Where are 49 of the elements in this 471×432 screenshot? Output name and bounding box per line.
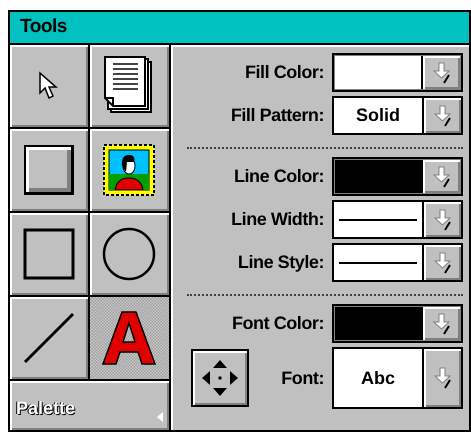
tool-button[interactable] [10, 45, 90, 129]
letter-a-icon [102, 310, 156, 366]
down-arrow-icon [432, 62, 450, 84]
tool-button[interactable] [10, 129, 90, 213]
font-sample: Abc [360, 366, 396, 390]
color-dropdown[interactable] [332, 157, 463, 196]
down-arrow-icon [432, 166, 450, 188]
down-arrow-icon [434, 252, 452, 274]
dropdown-value: Solid [355, 104, 401, 127]
down-arrow-icon [434, 367, 452, 389]
tool-button[interactable] [10, 297, 90, 381]
dropdown-button[interactable] [421, 160, 460, 193]
dropdown-button[interactable] [421, 307, 460, 340]
dropdown-button[interactable] [422, 202, 461, 237]
dropdown-button[interactable] [422, 98, 461, 133]
tool-button[interactable] [90, 129, 169, 213]
property-label: Line Style: [238, 251, 324, 274]
down-arrow-icon [434, 104, 452, 126]
down-arrow-icon [432, 312, 450, 334]
circle-icon [102, 227, 156, 281]
down-arrow-icon [434, 208, 452, 230]
rectangle-icon [22, 228, 75, 280]
property-label: Fill Color: [244, 61, 324, 84]
tool-button[interactable] [90, 45, 169, 129]
tool-button[interactable] [90, 297, 169, 381]
tool-button[interactable] [10, 213, 90, 297]
window-title: Tools [20, 15, 67, 40]
dropdown-button[interactable] [422, 349, 461, 407]
line-dropdown[interactable] [332, 200, 463, 239]
font-dropdown[interactable]: Abc [332, 347, 463, 409]
property-label: Font: [281, 366, 324, 390]
dropdown-button[interactable] [422, 245, 461, 280]
button-shape-icon [22, 144, 75, 196]
line-icon [22, 312, 75, 364]
property-label: Line Width: [231, 208, 324, 231]
pointer-icon [38, 71, 60, 101]
pattern-dropdown[interactable]: Solid [332, 96, 463, 135]
color-dropdown[interactable] [332, 53, 463, 92]
tool-button[interactable] [90, 213, 169, 297]
property-label: Font Color: [232, 312, 324, 335]
dropdown-button[interactable] [421, 56, 460, 89]
four-way-arrows-icon [200, 358, 240, 398]
property-label: Fill Pattern: [230, 104, 324, 127]
collapse-arrow-icon [157, 412, 163, 422]
move-button[interactable] [191, 349, 249, 407]
color-dropdown[interactable] [332, 304, 463, 343]
line-dropdown[interactable] [332, 243, 463, 282]
portrait-picture-icon [103, 144, 156, 196]
property-label: Line Color: [234, 165, 324, 188]
